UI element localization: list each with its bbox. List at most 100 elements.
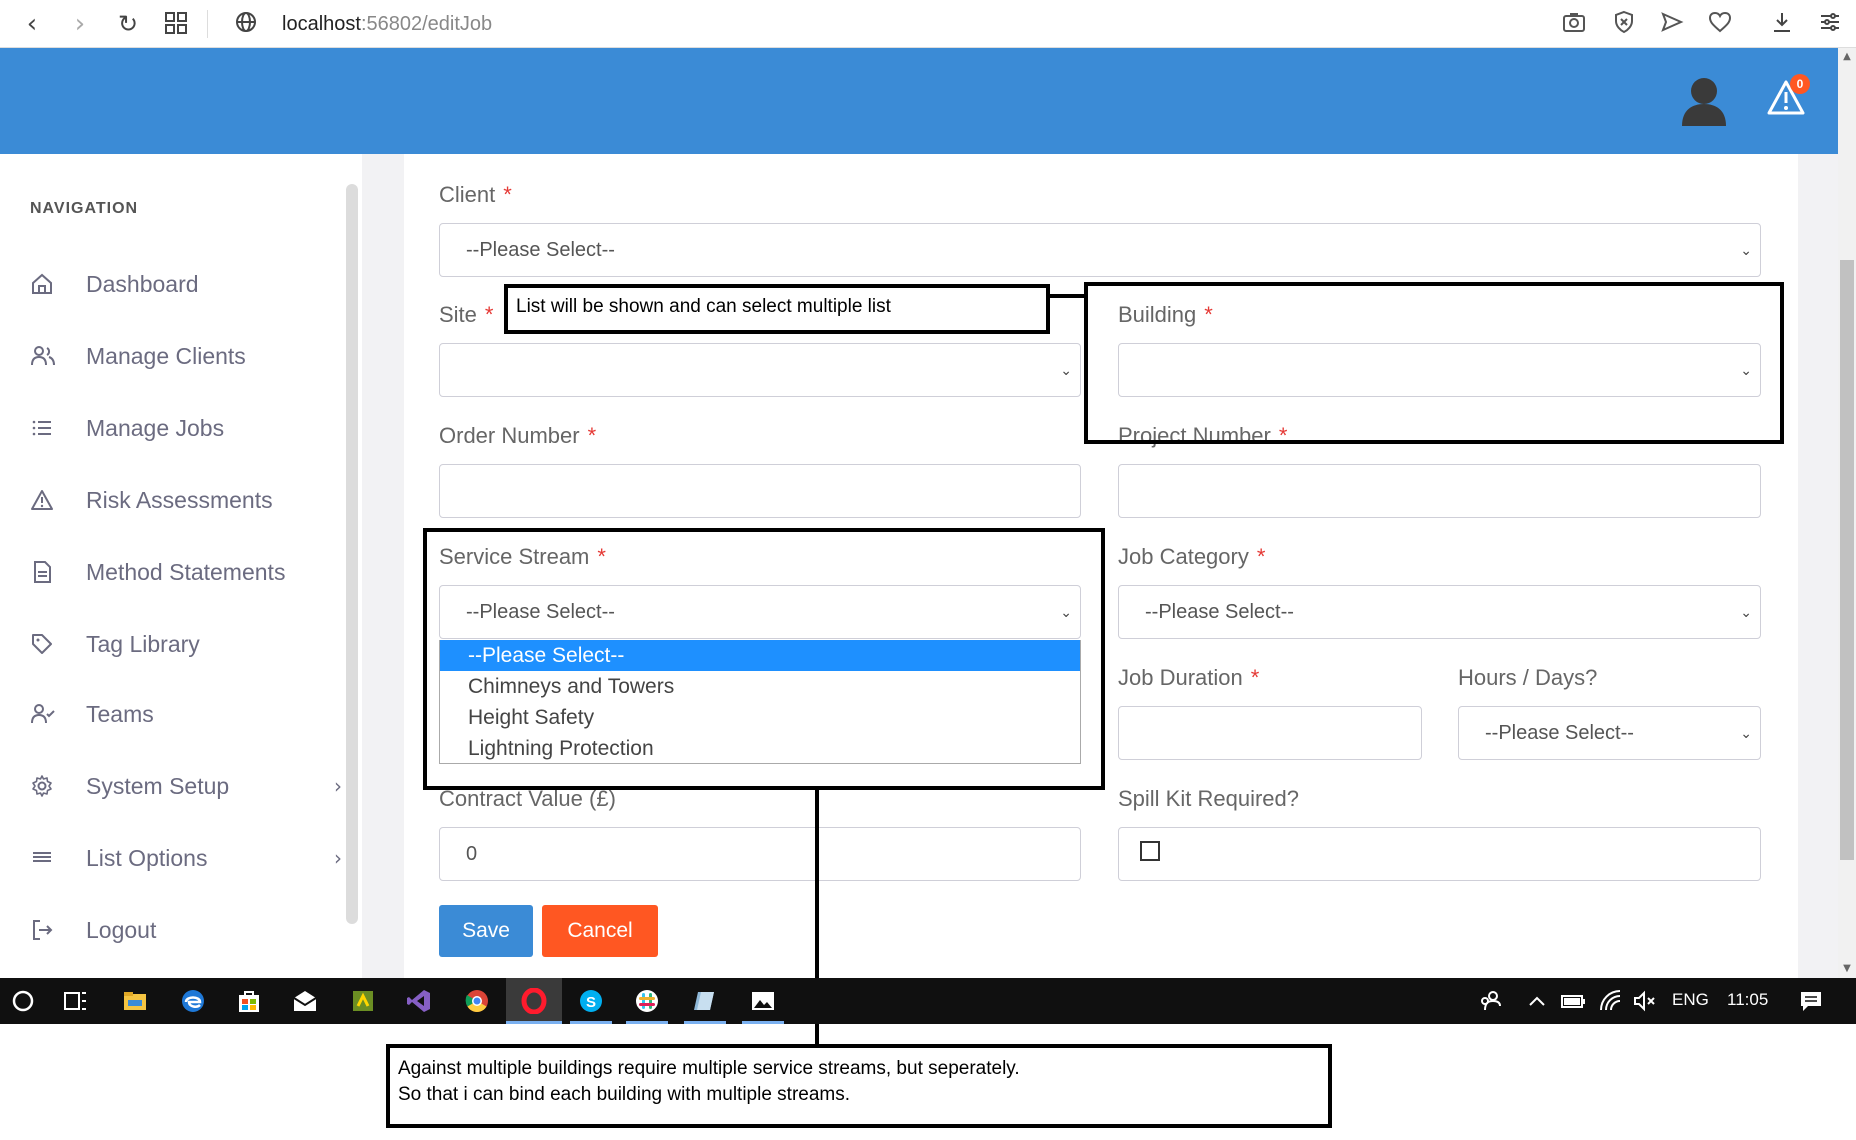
- job-category-label: Job Category *: [1118, 544, 1266, 569]
- job-category-select[interactable]: --Please Select-- ⌄: [1118, 585, 1761, 639]
- alert-count-badge: 0: [1790, 74, 1810, 94]
- spill-kit-label: Spill Kit Required?: [1118, 786, 1299, 811]
- hours-days-label: Hours / Days?: [1458, 665, 1598, 690]
- annotation-building-box: [1084, 282, 1784, 444]
- tabs-grid-icon[interactable]: [162, 10, 190, 38]
- warning-icon: [30, 487, 70, 513]
- scroll-down-arrow-icon[interactable]: ▼: [1838, 960, 1856, 978]
- gear-icon: [30, 773, 70, 799]
- active-app-underline: [506, 1021, 562, 1024]
- shield-icon[interactable]: [1610, 10, 1638, 38]
- job-duration-label: Job Duration *: [1118, 665, 1260, 690]
- notes-app-icon[interactable]: [692, 988, 718, 1014]
- client-select[interactable]: --Please Select-- ⌄: [439, 223, 1761, 277]
- chevron-right-icon: ›: [334, 774, 342, 798]
- sidebar-item-manage-clients[interactable]: Manage Clients: [30, 332, 330, 380]
- logout-icon: [30, 917, 70, 943]
- annotation-note-line: Against multiple buildings require multi…: [398, 1058, 1020, 1079]
- action-center-icon[interactable]: [1798, 988, 1824, 1014]
- reload-icon[interactable]: ↻: [114, 10, 142, 38]
- sidebar-item-label: Teams: [86, 700, 154, 727]
- sidebar-item-label: List Options: [86, 844, 208, 871]
- sidebar-item-label: Risk Assessments: [86, 486, 273, 513]
- scroll-up-arrow-icon[interactable]: ▲: [1838, 48, 1856, 66]
- opera-icon[interactable]: [521, 987, 547, 1015]
- order-number-input[interactable]: [439, 464, 1081, 518]
- site-select[interactable]: ⌄: [439, 343, 1081, 397]
- app-underline: [626, 1021, 668, 1024]
- annotation-note-line: So that i can bind each building with mu…: [398, 1084, 851, 1105]
- store-icon[interactable]: [236, 988, 262, 1014]
- app-header: 0: [0, 48, 1838, 154]
- url-host: localhost: [282, 13, 361, 35]
- chevron-down-icon: ⌄: [1740, 725, 1752, 741]
- users-icon: [30, 343, 70, 369]
- file-explorer-icon[interactable]: [122, 988, 148, 1014]
- scrollbar-thumb[interactable]: [1840, 260, 1854, 860]
- slack-icon[interactable]: [634, 988, 660, 1014]
- cancel-button[interactable]: Cancel: [542, 905, 658, 957]
- sidebar-item-label: Manage Clients: [86, 342, 246, 369]
- app-underline: [570, 1021, 612, 1024]
- sticky-app-icon[interactable]: [350, 988, 376, 1014]
- mail-icon[interactable]: [292, 988, 318, 1014]
- chrome-icon[interactable]: [464, 988, 490, 1014]
- sidebar-item-label: Dashboard: [86, 270, 199, 297]
- volume-muted-icon[interactable]: [1632, 988, 1658, 1014]
- annotation-connector: [1048, 294, 1086, 298]
- document-icon: [30, 559, 70, 585]
- heart-icon[interactable]: [1706, 10, 1734, 38]
- wifi-icon[interactable]: [1598, 988, 1624, 1014]
- sidebar-item-risk-assessments[interactable]: Risk Assessments: [30, 476, 330, 524]
- back-icon[interactable]: ‹: [18, 10, 46, 38]
- sidebar-item-tag-library[interactable]: Tag Library: [30, 620, 330, 668]
- task-view-icon[interactable]: [62, 988, 88, 1014]
- app-underline: [684, 1021, 726, 1024]
- sidebar-scrollbar[interactable]: [346, 184, 358, 924]
- site-label: Site *: [439, 302, 494, 327]
- sidebar-item-dashboard[interactable]: Dashboard: [30, 260, 330, 308]
- tag-icon: [30, 631, 70, 657]
- page-scrollbar[interactable]: ▲ ▼: [1838, 48, 1856, 978]
- sidebar-item-teams[interactable]: Teams: [30, 690, 330, 738]
- job-duration-input[interactable]: [1118, 706, 1422, 760]
- battery-icon[interactable]: [1560, 988, 1586, 1014]
- client-label: Client *: [439, 182, 512, 207]
- list-icon: [30, 415, 70, 441]
- sidebar-item-list-options[interactable]: List Options ›: [30, 834, 342, 882]
- send-icon[interactable]: [1658, 10, 1686, 38]
- edge-icon[interactable]: [180, 988, 206, 1014]
- sidebar-item-method-statements[interactable]: Method Statements: [30, 548, 330, 596]
- save-button[interactable]: Save: [439, 905, 533, 957]
- contract-value-input[interactable]: 0: [439, 827, 1081, 881]
- download-icon[interactable]: [1768, 10, 1796, 38]
- user-avatar-icon[interactable]: [1680, 76, 1728, 126]
- language-indicator[interactable]: ENG: [1672, 990, 1709, 1010]
- chevron-down-icon: ⌄: [1740, 604, 1752, 620]
- toolbar-divider: [207, 10, 208, 38]
- visual-studio-icon[interactable]: [406, 988, 432, 1014]
- camera-icon[interactable]: [1560, 10, 1588, 38]
- clock[interactable]: 11:05: [1727, 990, 1768, 1010]
- hours-days-select[interactable]: --Please Select-- ⌄: [1458, 706, 1761, 760]
- spill-kit-field: [1118, 827, 1761, 881]
- photos-icon[interactable]: [750, 988, 776, 1014]
- chevron-down-icon: ⌄: [1060, 362, 1072, 378]
- annotation-service-stream-box: [423, 528, 1105, 790]
- skype-icon[interactable]: S: [578, 988, 604, 1014]
- sidebar-item-label: System Setup: [86, 772, 230, 799]
- address-bar[interactable]: localhost:56802/editJob: [282, 8, 492, 40]
- sidebar-item-manage-jobs[interactable]: Manage Jobs: [30, 404, 330, 452]
- chevron-up-icon[interactable]: [1524, 988, 1550, 1014]
- settings-menu-icon[interactable]: [1816, 10, 1844, 38]
- people-icon[interactable]: [1478, 988, 1504, 1014]
- sidebar-item-logout[interactable]: Logout: [30, 906, 330, 954]
- app-underline: [742, 1021, 784, 1024]
- sidebar-item-system-setup[interactable]: System Setup ›: [30, 762, 342, 810]
- forward-icon[interactable]: ›: [66, 10, 94, 38]
- order-number-label: Order Number *: [439, 423, 597, 448]
- project-number-input[interactable]: [1118, 464, 1761, 518]
- annotation-bottom-note: Against multiple buildings require multi…: [386, 1044, 1332, 1128]
- cortana-icon[interactable]: [10, 988, 36, 1014]
- spill-kit-checkbox[interactable]: [1140, 841, 1160, 861]
